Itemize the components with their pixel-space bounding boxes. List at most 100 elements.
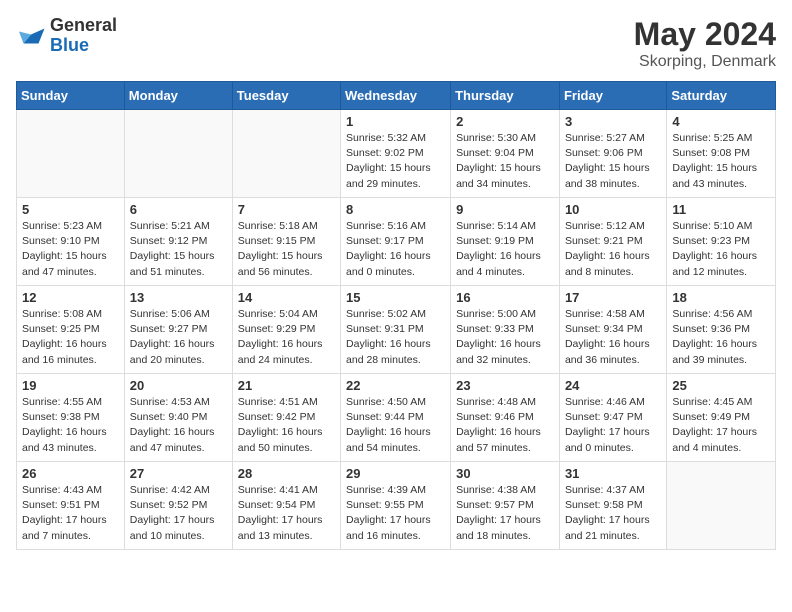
day-number: 29 [346,466,445,481]
calendar-cell: 28 Sunrise: 4:41 AMSunset: 9:54 PMDayligh… [232,462,340,550]
calendar-cell: 24 Sunrise: 4:46 AMSunset: 9:47 PMDayligh… [559,374,666,462]
day-info: Sunrise: 4:46 AMSunset: 9:47 PMDaylight:… [565,395,661,456]
calendar-cell: 18Sunrise: 4:56 AMSunset: 9:36 PMDayligh… [667,286,776,374]
day-number: 4 [672,114,770,129]
day-info: Sunrise: 5:10 AMSunset: 9:23 PMDaylight:… [672,219,770,280]
calendar-cell [17,110,125,198]
calendar-cell: 14 Sunrise: 5:04 AMSunset: 9:29 PMDayligh… [232,286,340,374]
calendar-cell: 1 Sunrise: 5:32 AMSunset: 9:02 PMDaylight… [341,110,451,198]
calendar-cell: 31 Sunrise: 4:37 AMSunset: 9:58 PMDayligh… [559,462,666,550]
calendar-cell: 15 Sunrise: 5:02 AMSunset: 9:31 PMDayligh… [341,286,451,374]
day-info: Sunrise: 5:02 AMSunset: 9:31 PMDaylight:… [346,307,445,368]
day-number: 13 [130,290,227,305]
day-info: Sunrise: 5:04 AMSunset: 9:29 PMDaylight:… [238,307,335,368]
calendar-cell: 8 Sunrise: 5:16 AMSunset: 9:17 PMDaylight… [341,198,451,286]
day-number: 7 [238,202,335,217]
day-number: 25 [672,378,770,393]
calendar-cell [667,462,776,550]
day-info: Sunrise: 5:14 AMSunset: 9:19 PMDaylight:… [456,219,554,280]
day-number: 16 [456,290,554,305]
calendar-cell: 23 Sunrise: 4:48 AMSunset: 9:46 PMDayligh… [451,374,560,462]
day-number: 31 [565,466,661,481]
day-info: Sunrise: 4:53 AMSunset: 9:40 PMDaylight:… [130,395,227,456]
day-number: 23 [456,378,554,393]
calendar-cell: 27Sunrise: 4:42 AMSunset: 9:52 PMDayligh… [124,462,232,550]
day-info: Sunrise: 5:32 AMSunset: 9:02 PMDaylight:… [346,131,445,192]
calendar-cell: 3 Sunrise: 5:27 AMSunset: 9:06 PMDaylight… [559,110,666,198]
col-header-thursday: Thursday [451,82,560,110]
logo-blue: Blue [50,35,89,55]
generalblue-logo-icon [16,21,46,51]
calendar-cell: 22 Sunrise: 4:50 AMSunset: 9:44 PMDayligh… [341,374,451,462]
logo: General Blue [16,16,117,56]
logo-general: General [50,15,117,35]
logo-text: General Blue [50,16,117,56]
day-number: 9 [456,202,554,217]
day-info: Sunrise: 4:56 AMSunset: 9:36 PMDaylight:… [672,307,770,368]
calendar-cell [124,110,232,198]
col-header-monday: Monday [124,82,232,110]
location-subtitle: Skorping, Denmark [634,53,776,71]
day-info: Sunrise: 4:51 AMSunset: 9:42 PMDaylight:… [238,395,335,456]
title-block: May 2024 Skorping, Denmark [634,16,776,71]
day-info: Sunrise: 4:45 AMSunset: 9:49 PMDaylight:… [672,395,770,456]
day-info: Sunrise: 5:06 AMSunset: 9:27 PMDaylight:… [130,307,227,368]
col-header-wednesday: Wednesday [341,82,451,110]
week-row-4: 19 Sunrise: 4:55 AMSunset: 9:38 PMDayligh… [17,374,776,462]
calendar-cell: 17 Sunrise: 4:58 AMSunset: 9:34 PMDayligh… [559,286,666,374]
day-number: 8 [346,202,445,217]
day-number: 1 [346,114,445,129]
calendar-cell: 25 Sunrise: 4:45 AMSunset: 9:49 PMDayligh… [667,374,776,462]
week-row-3: 12Sunrise: 5:08 AMSunset: 9:25 PMDayligh… [17,286,776,374]
day-number: 26 [22,466,119,481]
day-number: 28 [238,466,335,481]
day-info: Sunrise: 5:27 AMSunset: 9:06 PMDaylight:… [565,131,661,192]
day-number: 17 [565,290,661,305]
calendar-cell: 7Sunrise: 5:18 AMSunset: 9:15 PMDaylight… [232,198,340,286]
week-row-2: 5Sunrise: 5:23 AMSunset: 9:10 PMDaylight… [17,198,776,286]
day-number: 24 [565,378,661,393]
col-header-friday: Friday [559,82,666,110]
day-info: Sunrise: 4:39 AMSunset: 9:55 PMDaylight:… [346,483,445,544]
day-number: 15 [346,290,445,305]
day-number: 22 [346,378,445,393]
calendar-cell: 2 Sunrise: 5:30 AMSunset: 9:04 PMDaylight… [451,110,560,198]
day-info: Sunrise: 5:08 AMSunset: 9:25 PMDaylight:… [22,307,119,368]
day-number: 11 [672,202,770,217]
col-header-sunday: Sunday [17,82,125,110]
day-number: 19 [22,378,119,393]
calendar-cell: 11 Sunrise: 5:10 AMSunset: 9:23 PMDayligh… [667,198,776,286]
day-info: Sunrise: 4:41 AMSunset: 9:54 PMDaylight:… [238,483,335,544]
calendar-cell: 30Sunrise: 4:38 AMSunset: 9:57 PMDayligh… [451,462,560,550]
calendar-cell: 16Sunrise: 5:00 AMSunset: 9:33 PMDayligh… [451,286,560,374]
calendar-cell: 13 Sunrise: 5:06 AMSunset: 9:27 PMDayligh… [124,286,232,374]
day-number: 14 [238,290,335,305]
day-info: Sunrise: 4:58 AMSunset: 9:34 PMDaylight:… [565,307,661,368]
day-info: Sunrise: 4:38 AMSunset: 9:57 PMDaylight:… [456,483,554,544]
calendar-cell: 26 Sunrise: 4:43 AMSunset: 9:51 PMDayligh… [17,462,125,550]
calendar-cell: 10Sunrise: 5:12 AMSunset: 9:21 PMDayligh… [559,198,666,286]
day-info: Sunrise: 5:25 AMSunset: 9:08 PMDaylight:… [672,131,770,192]
day-number: 2 [456,114,554,129]
calendar-cell: 6Sunrise: 5:21 AMSunset: 9:12 PMDaylight… [124,198,232,286]
day-number: 5 [22,202,119,217]
day-number: 6 [130,202,227,217]
day-info: Sunrise: 4:50 AMSunset: 9:44 PMDaylight:… [346,395,445,456]
calendar-table: SundayMondayTuesdayWednesdayThursdayFrid… [16,81,776,550]
calendar-cell: 21Sunrise: 4:51 AMSunset: 9:42 PMDayligh… [232,374,340,462]
day-number: 20 [130,378,227,393]
col-header-tuesday: Tuesday [232,82,340,110]
day-info: Sunrise: 4:37 AMSunset: 9:58 PMDaylight:… [565,483,661,544]
day-info: Sunrise: 4:43 AMSunset: 9:51 PMDaylight:… [22,483,119,544]
day-info: Sunrise: 5:16 AMSunset: 9:17 PMDaylight:… [346,219,445,280]
day-info: Sunrise: 4:48 AMSunset: 9:46 PMDaylight:… [456,395,554,456]
day-number: 3 [565,114,661,129]
day-info: Sunrise: 5:30 AMSunset: 9:04 PMDaylight:… [456,131,554,192]
month-year-title: May 2024 [634,16,776,53]
day-number: 10 [565,202,661,217]
day-info: Sunrise: 4:55 AMSunset: 9:38 PMDaylight:… [22,395,119,456]
calendar-cell: 29 Sunrise: 4:39 AMSunset: 9:55 PMDayligh… [341,462,451,550]
day-number: 27 [130,466,227,481]
calendar-cell: 5Sunrise: 5:23 AMSunset: 9:10 PMDaylight… [17,198,125,286]
week-row-1: 1 Sunrise: 5:32 AMSunset: 9:02 PMDaylight… [17,110,776,198]
